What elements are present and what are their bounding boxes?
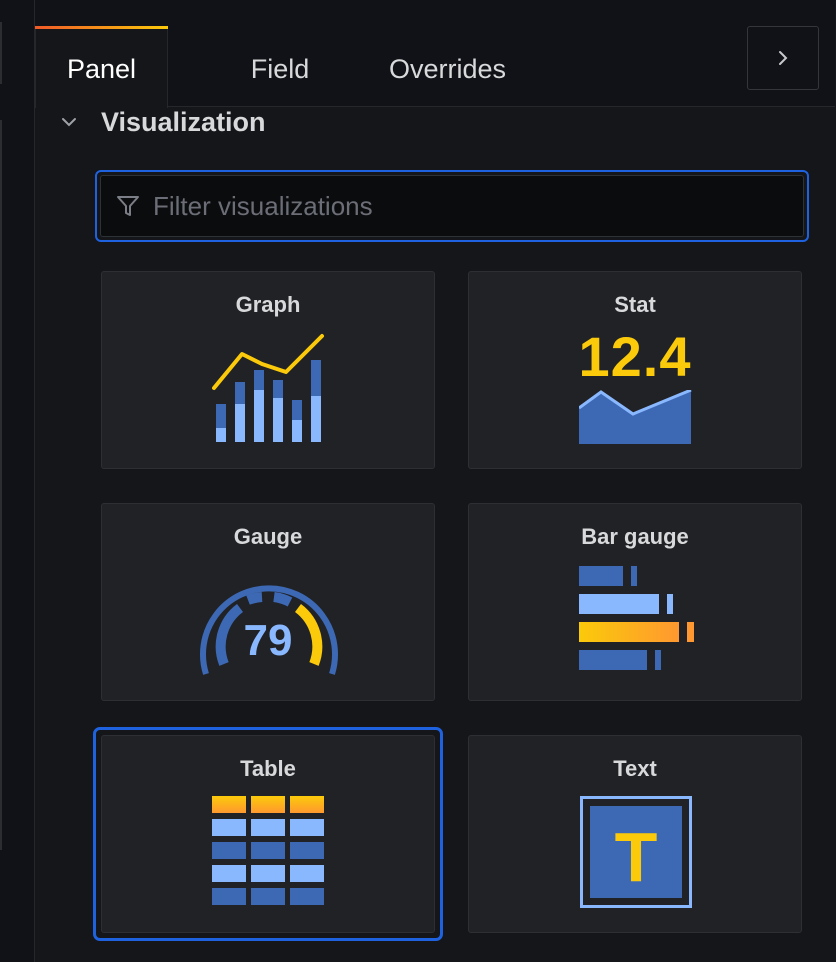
chevron-right-icon: [779, 51, 788, 65]
viz-card-gauge[interactable]: Gauge 79: [101, 503, 435, 701]
tab-bar: Panel Field Overrides: [35, 0, 835, 108]
tab-field[interactable]: Field: [225, 26, 335, 108]
filter-input-box: [100, 175, 804, 237]
viz-card-text[interactable]: Text T: [468, 735, 802, 933]
collapse-pane-button[interactable]: [747, 26, 819, 90]
viz-card-graph[interactable]: Graph: [101, 271, 435, 469]
stat-viz-value: 12.4: [578, 325, 692, 388]
viz-card-title: Bar gauge: [581, 524, 689, 549]
graph-viz-icon: [212, 334, 324, 442]
viz-card-title: Stat: [614, 292, 656, 317]
viz-card-title: Text: [613, 756, 657, 781]
text-viz-glyph: T: [614, 818, 658, 896]
viz-card-title: Gauge: [233, 524, 303, 549]
tab-panel[interactable]: Panel: [35, 26, 168, 108]
filter-visualizations-field: [95, 170, 809, 242]
tab-overrides-label: Overrides: [388, 53, 507, 84]
gauge-viz-value: 79: [243, 616, 293, 665]
section-title: Visualization: [101, 106, 266, 137]
stat-viz-icon: [579, 390, 692, 444]
tab-overrides[interactable]: Overrides: [375, 26, 520, 108]
viz-card-stat[interactable]: Stat 12.4: [468, 271, 802, 469]
bar-gauge-viz-icon: [579, 566, 694, 670]
visualization-section-header[interactable]: Visualization: [59, 104, 266, 140]
options-pane: Panel Field Overrides Visualization Grap…: [34, 0, 836, 962]
left-panel-edge: [0, 120, 2, 850]
filter-icon: [117, 196, 139, 216]
tab-panel-label: Panel: [66, 53, 137, 84]
tab-field-label: Field: [250, 53, 310, 84]
viz-card-bar-gauge[interactable]: Bar gauge: [468, 503, 802, 701]
selected-viz-highlight: [93, 727, 443, 941]
left-panel-edge-top: [0, 22, 2, 84]
chevron-down-icon: [62, 118, 76, 127]
viz-card-title: Graph: [235, 292, 301, 317]
filter-input[interactable]: [153, 190, 753, 222]
